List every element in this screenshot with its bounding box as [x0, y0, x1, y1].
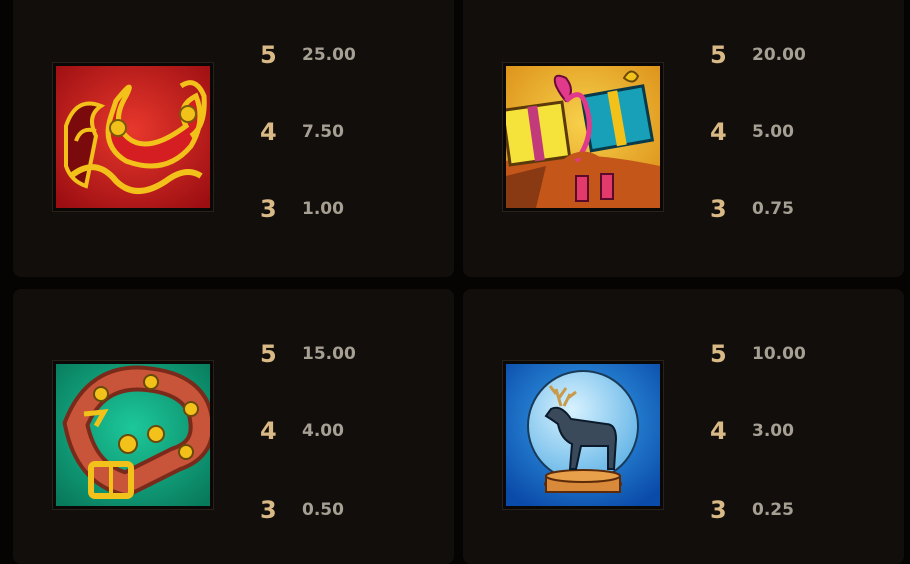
- payout-value: 1.00: [302, 199, 344, 219]
- payout-value: 10.00: [752, 344, 806, 364]
- gift-boxes-icon: [503, 63, 663, 211]
- bell-collar-icon: [53, 361, 213, 509]
- paytable-card-snow-globe: 5 10.00 4 3.00 3 0.25: [463, 289, 904, 564]
- pay-row: 4 5.00: [710, 117, 794, 147]
- match-count: 5: [710, 41, 727, 69]
- payout-value: 25.00: [302, 45, 356, 65]
- pay-row: 3 0.75: [710, 194, 794, 224]
- payout-value: 5.00: [752, 122, 794, 142]
- match-count: 4: [710, 417, 727, 445]
- pay-row: 3 0.25: [710, 495, 794, 525]
- pay-row: 5 20.00: [710, 40, 806, 70]
- payout-value: 0.75: [752, 199, 794, 219]
- pay-row: 4 3.00: [710, 416, 794, 446]
- payout-value: 0.50: [302, 500, 344, 520]
- pay-row: 5 10.00: [710, 339, 806, 369]
- payout-value: 20.00: [752, 45, 806, 65]
- payout-value: 7.50: [302, 122, 344, 142]
- match-count: 3: [710, 496, 727, 524]
- sleigh-icon: [53, 63, 213, 211]
- match-count: 5: [260, 41, 277, 69]
- paytable-card-bell-collar: 5 15.00 4 4.00 3 0.50: [13, 289, 454, 564]
- pay-row: 3 0.50: [260, 495, 344, 525]
- pay-row: 3 1.00: [260, 194, 344, 224]
- match-count: 3: [260, 496, 277, 524]
- pay-row: 5 15.00: [260, 339, 356, 369]
- match-count: 3: [710, 195, 727, 223]
- payout-value: 4.00: [302, 421, 344, 441]
- payout-value: 3.00: [752, 421, 794, 441]
- match-count: 3: [260, 195, 277, 223]
- paytable-card-sleigh: 5 25.00 4 7.50 3 1.00: [13, 0, 454, 277]
- payout-value: 0.25: [752, 500, 794, 520]
- match-count: 5: [710, 340, 727, 368]
- reindeer-snow-globe-icon: [503, 361, 663, 509]
- payout-value: 15.00: [302, 344, 356, 364]
- match-count: 4: [260, 118, 277, 146]
- pay-row: 5 25.00: [260, 40, 356, 70]
- match-count: 5: [260, 340, 277, 368]
- paytable-card-gifts: 5 20.00 4 5.00 3 0.75: [463, 0, 904, 277]
- match-count: 4: [710, 118, 727, 146]
- pay-row: 4 4.00: [260, 416, 344, 446]
- pay-row: 4 7.50: [260, 117, 344, 147]
- match-count: 4: [260, 417, 277, 445]
